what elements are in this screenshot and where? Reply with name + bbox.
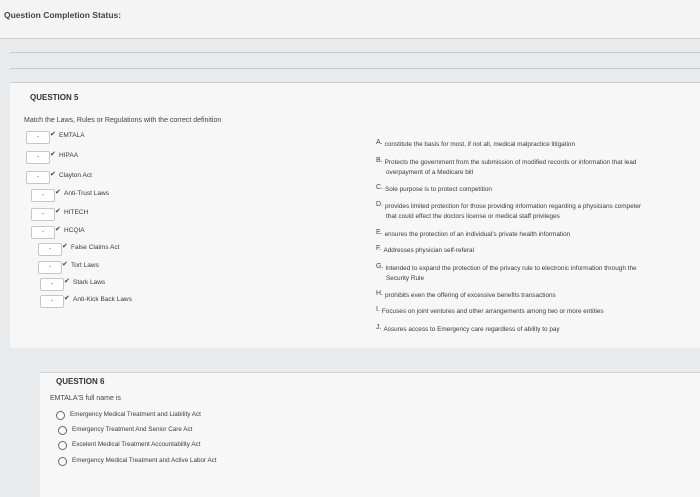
definition-letter: F. <box>376 245 382 252</box>
option-label: Excelent Medical Treatment Accountabilit… <box>72 441 201 448</box>
definition-i: I. Focuses on joint ventures and other ar… <box>376 306 604 315</box>
definition-letter: I. <box>376 306 380 313</box>
term-label: False Claims Act <box>71 244 120 251</box>
chevron-down-icon[interactable]: ✔ <box>55 207 61 215</box>
option-label: Emergency Treatment And Senior Care Act <box>72 426 193 433</box>
definition-e: E. ensures the protection of an individua… <box>376 229 571 238</box>
term-label: Tort Laws <box>71 262 99 269</box>
option-label: Emergency Medical Treatment and Liabilit… <box>70 411 201 418</box>
definition-letter: B. <box>376 157 383 164</box>
answer-select[interactable]: - <box>26 151 50 164</box>
definition-text: Focuses on joint ventures and other arra… <box>381 308 604 315</box>
answer-select[interactable]: - <box>26 171 50 184</box>
definition-text: Protects the government from the submiss… <box>384 159 637 166</box>
term-label: EMTALA <box>59 132 85 139</box>
definition-b: B. Protects the government from the submi… <box>376 157 637 166</box>
chevron-down-icon[interactable]: ✔ <box>62 242 68 250</box>
definition-c: C. Sole purpose is to protect competition <box>376 184 492 193</box>
completion-status-bar: Question Completion Status: <box>0 0 700 39</box>
question-5-panel: QUESTION 5 Match the Laws, Rules or Regu… <box>10 82 700 348</box>
definition-a: A. constitute the basis for most, if not … <box>376 139 576 148</box>
chevron-down-icon[interactable]: ✔ <box>50 150 56 158</box>
chevron-down-icon[interactable]: ✔ <box>50 170 56 178</box>
definition-text: Assures access to Emergency care regardl… <box>383 326 560 333</box>
definition-text: constitute the basis for most, if not al… <box>384 141 576 148</box>
answer-select[interactable]: - <box>40 295 64 308</box>
definition-text: Sole purpose is to protect competition <box>385 186 492 193</box>
option-label: Emergency Medical Treatment and Active L… <box>72 457 217 464</box>
question-5-header: QUESTION 5 <box>30 93 79 102</box>
definition-b-continued: overpayment of a Medicare bill <box>386 169 473 176</box>
chevron-down-icon[interactable]: ✔ <box>55 188 61 196</box>
definition-d-continued: that could effect the doctors license or… <box>386 213 560 220</box>
term-label: HIPAA <box>59 152 79 159</box>
radio-button[interactable] <box>58 441 67 450</box>
definition-h: H. prohibits even the offering of excessi… <box>376 290 556 299</box>
definition-letter: H. <box>376 290 383 297</box>
definition-text: provides limited protection for those pr… <box>385 203 642 210</box>
chevron-down-icon[interactable]: ✔ <box>50 130 56 138</box>
divider <box>10 52 700 53</box>
question-5-prompt: Match the Laws, Rules or Regulations wit… <box>24 117 222 124</box>
definition-letter: G. <box>376 263 384 270</box>
term-label: HCQIA <box>64 227 85 234</box>
question-6-header: QUESTION 6 <box>56 377 105 386</box>
term-label: Clayton Act <box>59 172 92 179</box>
definition-text: prohibits even the offering of excessive… <box>385 292 556 299</box>
definition-letter: C. <box>376 184 383 191</box>
radio-button[interactable] <box>58 457 67 466</box>
chevron-down-icon[interactable]: ✔ <box>64 294 70 302</box>
answer-select[interactable]: - <box>38 261 62 274</box>
definition-text: Security Rule <box>386 275 425 282</box>
definition-text: ensures the protection of an individual'… <box>384 231 571 238</box>
definition-g-continued: Security Rule <box>386 275 424 282</box>
definition-letter: E. <box>376 229 383 236</box>
term-label: Anti-Kick Back Laws <box>73 296 132 303</box>
answer-select[interactable]: - <box>38 243 62 256</box>
definition-letter: J. <box>376 324 382 331</box>
answer-select[interactable]: - <box>31 189 55 202</box>
definition-g: G. Intended to expand the protection of t… <box>376 263 637 272</box>
answer-select[interactable]: - <box>31 208 55 221</box>
definition-d: D. provides limited protection for those … <box>376 201 642 210</box>
term-label: Anti-Trust Laws <box>64 190 109 197</box>
definition-text: overpayment of a Medicare bill <box>386 169 474 176</box>
chevron-down-icon[interactable]: ✔ <box>55 225 61 233</box>
answer-select[interactable]: - <box>31 226 55 239</box>
term-label: HITECH <box>64 209 89 216</box>
definition-j: J. Assures access to Emergency care regar… <box>376 324 560 333</box>
term-label: Stark Laws <box>73 279 106 286</box>
divider <box>10 68 700 69</box>
definition-f: F. Addresses physician self-referal <box>376 245 475 254</box>
chevron-down-icon[interactable]: ✔ <box>64 277 70 285</box>
definition-text: that could effect the doctors license or… <box>386 213 560 220</box>
definition-text: Intended to expand the protection of the… <box>385 265 637 272</box>
radio-button[interactable] <box>58 426 67 435</box>
answer-select[interactable]: - <box>40 278 64 291</box>
definition-letter: D. <box>376 201 383 208</box>
definition-text: Addresses physician self-referal <box>383 247 475 254</box>
question-6-panel: QUESTION 6 EMTALA'S full name is Emergen… <box>40 372 700 497</box>
definition-letter: A. <box>376 139 383 146</box>
radio-button[interactable] <box>56 411 65 420</box>
completion-status-label: Question Completion Status: <box>4 10 122 20</box>
answer-select[interactable]: - <box>26 131 50 144</box>
question-6-prompt: EMTALA'S full name is <box>50 395 121 402</box>
chevron-down-icon[interactable]: ✔ <box>62 260 68 268</box>
